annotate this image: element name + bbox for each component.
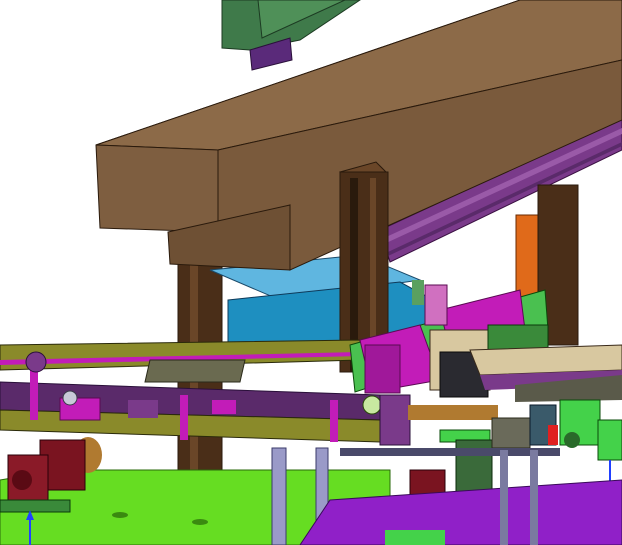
assembly-model-render — [0, 0, 622, 545]
left-conveyor — [0, 339, 382, 443]
top-green-panel — [221, 0, 361, 71]
cad-3d-viewport[interactable] — [0, 0, 622, 545]
